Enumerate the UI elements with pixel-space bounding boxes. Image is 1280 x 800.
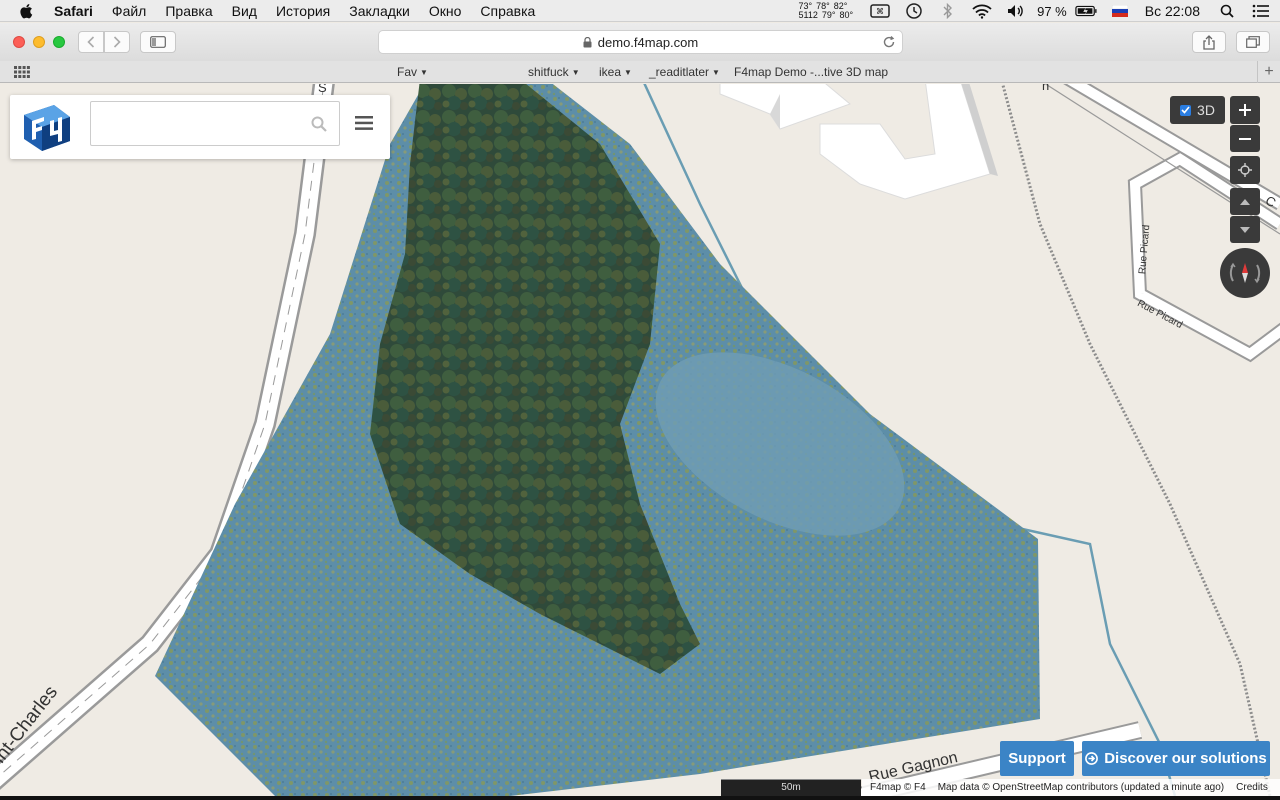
support-button[interactable]: Support [1000,741,1074,776]
attribution-osm[interactable]: Map data © OpenStreetMap contributors (u… [938,782,1224,793]
chevron-down-icon: ▼ [571,68,580,77]
menu-view[interactable]: Вид [232,3,257,19]
hamburger-menu-icon[interactable] [355,116,373,130]
close-window-button[interactable] [13,36,25,48]
bookmark-label: _readitlater [649,65,710,79]
temperature-readout[interactable]: 73° 78° 82° 5112 79° 80° [798,2,853,20]
time-machine-icon[interactable] [903,3,925,19]
scale-bar: 50m [721,779,861,796]
menu-app-name[interactable]: Safari [54,3,93,19]
share-button[interactable] [1192,31,1226,53]
svg-text:⌘: ⌘ [876,7,884,16]
tabs-icon [1246,36,1260,48]
apps-grid-icon[interactable] [14,66,30,78]
menu-file[interactable]: Файл [112,3,146,19]
menu-window[interactable]: Окно [429,3,462,19]
compass-icon [1229,262,1261,284]
reload-icon[interactable] [882,34,896,50]
chevron-down-icon: ▼ [420,68,428,77]
notification-center-icon[interactable] [1250,3,1272,19]
minimize-window-button[interactable] [33,36,45,48]
spotlight-search-icon[interactable] [1216,3,1238,19]
menu-history[interactable]: История [276,3,330,19]
lock-icon [583,36,592,47]
bookmarks-bar: Fav ▼ shitfuck ▼ ikea ▼ _readitlater ▼ F4map… [0,61,1280,83]
attribution-f4map[interactable]: F4map © F4 [870,782,926,793]
map-attribution: F4map © F4 Map data © OpenStreetMap cont… [862,779,1280,796]
tilt-up-button[interactable] [1230,188,1260,215]
search-panel [10,95,390,159]
temp-4: 79° [821,10,836,20]
new-tab-button[interactable]: + [1257,61,1280,83]
keyboard-icon[interactable]: ⌘ [869,3,891,19]
locate-me-button[interactable] [1230,156,1260,184]
bookmark-label: shitfuck [528,65,569,79]
bookmark-label: ikea [599,65,622,79]
bookmark-f4map[interactable]: F4map Demo -...tive 3D map [734,65,888,79]
bookmark-folder-shitfuck[interactable]: shitfuck ▼ [528,65,580,79]
plus-icon: + [1264,63,1274,80]
bluetooth-icon[interactable] [937,3,959,19]
zoom-out-button[interactable] [1230,125,1260,152]
battery-icon[interactable] [1075,3,1097,19]
url-text: demo.f4map.com [597,34,699,50]
tilt-down-button[interactable] [1230,216,1260,243]
chevron-down-icon: ▼ [624,68,632,77]
battery-percent: 97 % [1037,3,1067,19]
zoom-in-button[interactable] [1230,96,1260,124]
volume-icon[interactable] [1005,3,1027,19]
street-label-fragment: S [318,84,327,95]
map-canvas[interactable]: int-Charles Rue Gagnon Rue Picard Rue Pi… [0,84,1280,796]
fan-speed: 5112 [798,10,818,20]
chevron-down-icon: ▼ [712,68,720,77]
menu-bookmarks[interactable]: Закладки [349,3,410,19]
discover-solutions-button[interactable]: Discover our solutions [1082,741,1270,776]
forward-button[interactable] [104,31,130,53]
plus-icon [1239,104,1251,116]
wifi-icon[interactable] [971,3,993,19]
chevron-left-icon [87,36,95,48]
chevron-right-icon [113,36,121,48]
triangle-up-icon [1240,198,1250,205]
street-label-fragment: n [1042,84,1050,93]
macos-menu-bar: Safari Файл Правка Вид История Закладки … [0,0,1280,22]
search-box [90,101,340,146]
toggle-3d-label: 3D [1197,102,1215,118]
address-bar[interactable]: demo.f4map.com [378,30,903,54]
crosshair-icon [1238,163,1252,177]
discover-solutions-label: Discover our solutions [1104,750,1267,767]
window-bottom-edge [0,796,1280,800]
triangle-down-icon [1240,226,1250,233]
map-render[interactable] [0,84,1280,796]
apple-icon[interactable] [18,2,36,20]
compass-rotate-control[interactable] [1220,248,1270,298]
arrow-circle-right-icon [1085,752,1099,765]
bookmark-folder-fav[interactable]: Fav ▼ [397,65,428,79]
menubar-clock[interactable]: Вс 22:08 [1145,3,1200,19]
zoom-window-button[interactable] [53,36,65,48]
safari-toolbar: demo.f4map.com [0,23,1280,61]
bookmark-folder-readitlater[interactable]: _readitlater ▼ [649,65,720,79]
search-icon[interactable] [311,116,327,132]
search-input[interactable] [97,110,297,138]
russian-flag-icon[interactable] [1109,3,1131,19]
share-icon [1203,34,1215,50]
bookmark-label: Fav [397,65,418,79]
sidebar-icon [150,36,166,48]
bookmark-folder-ikea[interactable]: ikea ▼ [599,65,632,79]
toggle-3d-button[interactable]: 3D [1170,96,1225,124]
checkbox-checked-icon[interactable] [1180,104,1192,116]
menu-edit[interactable]: Правка [165,3,212,19]
attribution-credits[interactable]: Credits [1236,782,1268,793]
sidebar-toggle-button[interactable] [140,31,176,53]
menu-help[interactable]: Справка [480,3,535,19]
back-button[interactable] [78,31,104,53]
minus-icon [1239,137,1251,140]
temp-5: 80° [839,10,854,20]
bookmark-label: F4map Demo -...tive 3D map [734,65,889,79]
tabs-overview-button[interactable] [1236,31,1270,53]
building [719,84,998,200]
f4map-logo[interactable] [20,101,74,153]
